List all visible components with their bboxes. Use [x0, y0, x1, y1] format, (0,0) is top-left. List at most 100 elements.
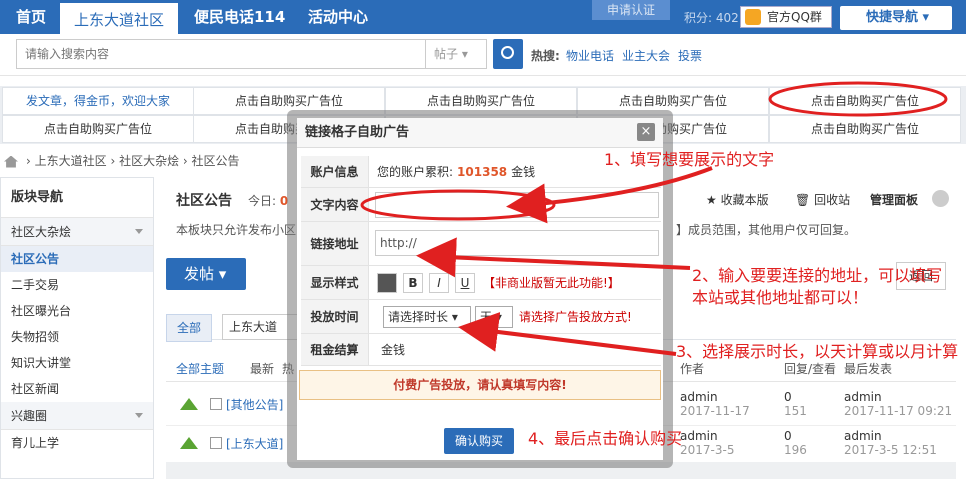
recycle-label: 回收站 [814, 193, 851, 207]
row-checkbox[interactable] [210, 398, 222, 410]
chevron-down-icon [135, 413, 143, 418]
quick-nav-label: 快捷导航 [866, 10, 919, 25]
row-checkbox[interactable] [210, 437, 222, 449]
post-date: 2017-11-17 [680, 404, 750, 418]
ad-cell[interactable]: 点击自助购买广告位 [2, 115, 194, 143]
sidebar-item-exposure[interactable]: 社区曝光台 [1, 298, 153, 324]
search-button[interactable] [493, 39, 523, 69]
nav-community[interactable]: 上东大道社区 [60, 0, 178, 34]
sidebar-item-lost-found[interactable]: 失物招领 [1, 324, 153, 350]
favorite-forum-link[interactable]: ★ 收藏本版 [706, 191, 769, 208]
text-label: 文字内容 [301, 188, 369, 221]
post-date: 2017-3-5 [680, 443, 735, 457]
last-user[interactable]: admin [844, 390, 882, 404]
duration-select[interactable]: 请选择时长 ▾ [383, 305, 471, 328]
search-bar: 帖子 ▾ 热搜: 物业电话 业主大会 投票 [0, 34, 966, 76]
sidebar-group-interest[interactable]: 兴趣圈 [1, 402, 153, 430]
sidebar-item-secondhand[interactable]: 二手交易 [1, 272, 153, 298]
sidebar-group-misc[interactable]: 社区大杂烩 [1, 218, 153, 246]
close-icon[interactable]: × [637, 123, 655, 141]
hot-link-property-phone[interactable]: 物业电话 [566, 47, 614, 64]
thread-stats: 0 196 [784, 429, 807, 457]
today-count: 今日: 0 [248, 192, 288, 209]
forum-description: 本板块只允许发布小区 [176, 223, 297, 237]
duration-select-value: 请选择时长 [388, 309, 449, 324]
tab-all[interactable]: 全部 [166, 314, 212, 342]
search-type-select[interactable]: 帖子 ▾ [425, 39, 487, 69]
today-label: 今日: [248, 194, 277, 208]
reply-count: 0 [784, 429, 792, 443]
thread-last-post: admin 2017-11-17 09:21 [844, 390, 952, 418]
apply-verify-button[interactable]: 申请认证 [592, 0, 670, 20]
points-text: 积分: 402 [684, 11, 739, 25]
recycle-bin-link[interactable]: 🗑 回收站 [795, 191, 850, 208]
rent-label: 租金结算 [301, 334, 369, 365]
text-color-picker[interactable] [377, 272, 397, 293]
breadcrumb-notice[interactable]: 社区公告 [192, 154, 240, 168]
link-label: 链接地址 [301, 222, 369, 265]
ad-link-input[interactable]: http:// [375, 230, 659, 256]
ad-cell[interactable]: 点击自助购买广告位 [769, 115, 961, 143]
sort-latest[interactable]: 最新 [250, 360, 274, 377]
bold-button[interactable]: B [403, 272, 423, 293]
all-topics-filter[interactable]: 全部主题 [176, 360, 224, 377]
last-time: 2017-11-17 09:21 [844, 404, 953, 418]
annotation-step-4: 4、最后点击确认购买 [528, 429, 683, 448]
sidebar-item-news[interactable]: 社区新闻 [1, 376, 153, 402]
last-user[interactable]: admin [844, 429, 882, 443]
nav-home[interactable]: 首页 [2, 0, 60, 34]
thread-tag[interactable]: [其他公告] [226, 396, 283, 413]
breadcrumb: › 上东大道社区 › 社区大杂烩 › 社区公告 [0, 151, 240, 171]
ad-cell[interactable]: 点击自助购买广告位 [769, 87, 961, 115]
sidebar-item-knowledge[interactable]: 知识大讲堂 [1, 350, 153, 376]
search-type-value: 帖子 [434, 47, 459, 61]
ad-cell-own[interactable]: 发文章，得金币，欢迎大家 [2, 87, 194, 115]
breadcrumb-misc[interactable]: 社区大杂烩 [119, 154, 179, 168]
italic-button[interactable]: I [429, 272, 449, 293]
thread-author: admin 2017-3-5 [680, 429, 734, 457]
account-label: 账户信息 [301, 156, 369, 187]
account-unit: 金钱 [511, 165, 536, 179]
chevron-down-icon [135, 229, 143, 234]
warning-box: 付费广告投放，请认真填写内容! [299, 370, 661, 400]
link-row: 链接地址 http:// [301, 222, 661, 266]
annotation-step-1: 1、填写想要展示的文字 [604, 150, 775, 169]
nav-activity-center[interactable]: 活动中心 [294, 0, 382, 34]
nav-phone-114[interactable]: 便民电话114 [180, 0, 299, 34]
reply-count: 0 [784, 390, 792, 404]
quick-nav-button[interactable]: 快捷导航 ▾ [840, 6, 952, 30]
thread-stats: 0 151 [784, 390, 807, 418]
home-icon[interactable] [4, 155, 18, 168]
hot-link-owners-meeting[interactable]: 业主大会 [622, 47, 670, 64]
collapse-icon[interactable] [932, 190, 949, 207]
breadcrumb-community[interactable]: 上东大道社区 [35, 154, 107, 168]
duration-note: 请选择广告投放方式! [519, 310, 632, 324]
thread-last-post: admin 2017-3-5 12:51 [844, 429, 937, 457]
underline-button[interactable]: U [455, 272, 475, 293]
author-name[interactable]: admin [680, 429, 718, 443]
thread-tag[interactable]: [上东大道] [226, 435, 283, 452]
search-input[interactable] [16, 39, 426, 69]
style-controls: B I U 【非商业版暂无此功能!】 [377, 266, 620, 299]
ad-text-input[interactable] [375, 192, 659, 218]
author-name[interactable]: admin [680, 390, 718, 404]
duration-row: 投放时间 请选择时长 ▾ 天 ▾ 请选择广告投放方式! [301, 300, 661, 334]
thread-author: admin 2017-11-17 [680, 390, 750, 418]
text-row: 文字内容 [301, 188, 661, 222]
qq-group-button[interactable]: 官方QQ群 [740, 6, 832, 28]
sidebar-group-label: 社区大杂烩 [11, 225, 72, 239]
duration-unit-select[interactable]: 天 ▾ [475, 305, 513, 328]
dialog-title: 链接格子自助广告 [297, 118, 663, 148]
sidebar-item-school[interactable]: 育儿上学 [1, 430, 153, 456]
forum-title: 社区公告 [176, 193, 232, 209]
duration-unit-value: 天 [480, 309, 493, 324]
confirm-purchase-button[interactable]: 确认购买 [444, 428, 514, 454]
sidebar-item-notice[interactable]: 社区公告 [1, 246, 153, 272]
hot-link-vote[interactable]: 投票 [678, 47, 702, 64]
account-value: 您的账户累积: 101358 金钱 [377, 156, 535, 187]
manage-panel-link[interactable]: 管理面板 [870, 191, 918, 208]
post-button[interactable]: 发帖 ▾ [166, 258, 246, 290]
top-nav: 首页 上东大道社区 便民电话114 活动中心 申请认证 积分: 402 官方QQ… [0, 0, 966, 34]
annotation-step-2: 2、输入要要连接的地址，可以填写本站或其他地址都可以！ [692, 266, 943, 307]
view-count: 196 [784, 443, 807, 457]
